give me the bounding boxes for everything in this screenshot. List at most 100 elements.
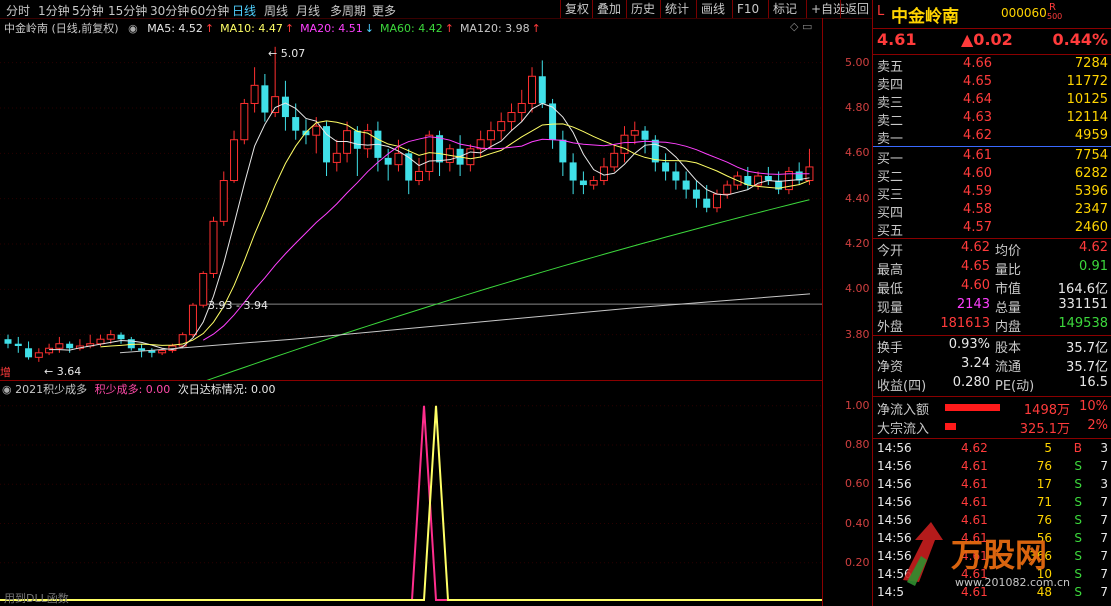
candle[interactable] — [651, 135, 659, 172]
period-tab-7[interactable]: 周线 — [264, 2, 288, 19]
candle[interactable] — [641, 126, 649, 154]
candle[interactable] — [34, 348, 43, 362]
tick-volume: 76 — [1036, 513, 1052, 527]
toolbar-button-5[interactable]: F10 — [732, 0, 763, 18]
candle[interactable] — [199, 271, 208, 308]
candle[interactable] — [538, 60, 546, 108]
bid-row[interactable]: 买二 4.60 6282 — [873, 166, 1111, 185]
candle[interactable] — [394, 139, 403, 172]
ask-row[interactable]: 卖三 4.64 10125 — [873, 92, 1111, 111]
candle[interactable] — [323, 121, 331, 176]
candle[interactable] — [723, 180, 732, 199]
bid-row[interactable]: 买三 4.59 5396 — [873, 184, 1111, 203]
tick-row: 14:56 4.61 10 S 7 — [873, 567, 1111, 585]
candle[interactable] — [497, 112, 506, 140]
period-tab-2[interactable]: 5分钟 — [72, 2, 104, 19]
candle[interactable] — [363, 123, 372, 158]
period-tab-10[interactable]: 更多 — [372, 2, 396, 19]
candle[interactable] — [507, 103, 516, 131]
candle[interactable] — [579, 171, 587, 195]
bid-volume: 5396 — [1074, 184, 1108, 199]
period-tab-3[interactable]: 15分钟 — [108, 2, 147, 19]
window-controls[interactable]: ◇ ▭ — [790, 20, 812, 33]
price-tick-0: 5.00 — [845, 55, 870, 69]
period-tab-5[interactable]: 60分钟 — [190, 2, 229, 19]
settings-icon[interactable]: ◉ — [128, 22, 138, 35]
candle[interactable] — [599, 157, 608, 186]
candle[interactable] — [620, 126, 629, 163]
candle[interactable] — [805, 148, 814, 186]
candle[interactable] — [230, 130, 239, 183]
candle[interactable] — [240, 98, 249, 145]
indicator-icon[interactable]: ◉ — [2, 383, 12, 396]
period-tab-8[interactable]: 月线 — [296, 2, 320, 19]
candle[interactable] — [764, 166, 772, 186]
candle[interactable] — [425, 130, 434, 181]
tick-price: 4.61 — [961, 549, 988, 563]
period-tab-0[interactable]: 分时 — [6, 2, 30, 19]
tick-count: 7 — [1100, 567, 1108, 581]
bid-row[interactable]: 买四 4.58 2347 — [873, 202, 1111, 221]
candle[interactable] — [476, 130, 485, 158]
period-tab-6[interactable]: 日线 — [232, 2, 256, 19]
candle[interactable] — [517, 89, 526, 122]
candle[interactable] — [66, 341, 74, 353]
candle[interactable] — [25, 341, 33, 360]
flow-pct: 10% — [1079, 399, 1108, 414]
candle[interactable] — [610, 144, 619, 172]
bid-row[interactable]: 买一 4.61 7754 — [873, 148, 1111, 167]
period-tab-1[interactable]: 1分钟 — [38, 2, 70, 19]
period-tab-4[interactable]: 30分钟 — [150, 2, 189, 19]
ask-label: 卖四 — [877, 78, 904, 93]
candle[interactable] — [353, 126, 361, 176]
candle[interactable] — [332, 139, 341, 172]
candle[interactable] — [209, 216, 218, 278]
toolbar-button-0[interactable]: 复权 — [560, 0, 593, 18]
toolbar-button-8[interactable]: 返回 — [840, 0, 873, 18]
ask-row[interactable]: 卖二 4.63 12114 — [873, 110, 1111, 129]
toolbar-button-2[interactable]: 历史 — [626, 0, 659, 18]
candle[interactable] — [14, 336, 22, 353]
candle[interactable] — [662, 153, 670, 181]
candle[interactable] — [261, 74, 269, 122]
ma-label-4: MA120: 3.98 — [459, 22, 530, 35]
candle[interactable] — [188, 302, 197, 337]
toolbar-button-4[interactable]: 画线 — [696, 0, 729, 18]
bid-label: 买一 — [877, 152, 904, 167]
candle[interactable] — [682, 171, 690, 199]
candle[interactable] — [569, 153, 577, 195]
indicator-chart[interactable] — [0, 396, 822, 602]
toolbar-button-1[interactable]: 叠加 — [592, 0, 625, 18]
candle[interactable] — [178, 332, 187, 349]
candle[interactable] — [250, 67, 259, 113]
candle[interactable] — [672, 162, 680, 190]
period-tab-9[interactable]: 多周期 — [330, 2, 366, 19]
tick-price: 4.61 — [961, 567, 988, 581]
candle[interactable] — [127, 336, 135, 351]
toolbar-button-3[interactable]: 统计 — [660, 0, 693, 18]
candle[interactable] — [559, 130, 567, 176]
ask-row[interactable]: 卖一 4.62 4959 — [873, 128, 1111, 147]
candle[interactable] — [281, 80, 289, 131]
bid-row[interactable]: 买五 4.57 2460 — [873, 220, 1111, 239]
candle[interactable] — [415, 157, 423, 186]
ma-label-3: MA60: 4.42 — [380, 22, 443, 35]
candle[interactable] — [630, 121, 639, 145]
candle[interactable] — [692, 180, 700, 208]
toolbar-button-6[interactable]: 标记 — [768, 0, 801, 18]
tick-time: 14:5 — [877, 585, 904, 599]
candle[interactable] — [4, 334, 12, 349]
ask-row[interactable]: 卖四 4.65 11772 — [873, 74, 1111, 93]
tick-count: 7 — [1100, 513, 1108, 527]
ask-row[interactable]: 卖五 4.66 7284 — [873, 56, 1111, 75]
candle[interactable] — [55, 336, 64, 353]
candle[interactable] — [219, 171, 228, 226]
indicator-title: 2021积少成多 — [15, 383, 88, 396]
candle[interactable] — [117, 332, 125, 344]
candlestick-chart[interactable]: ← 5.07 ← 3.64 3.93 - 3.94 增 — [0, 40, 822, 380]
candle[interactable] — [528, 67, 537, 113]
stock-name[interactable]: 中金岭南 — [891, 2, 959, 27]
candle[interactable] — [589, 176, 598, 190]
candle[interactable] — [445, 144, 454, 172]
tick-time: 14:56 — [877, 441, 912, 455]
